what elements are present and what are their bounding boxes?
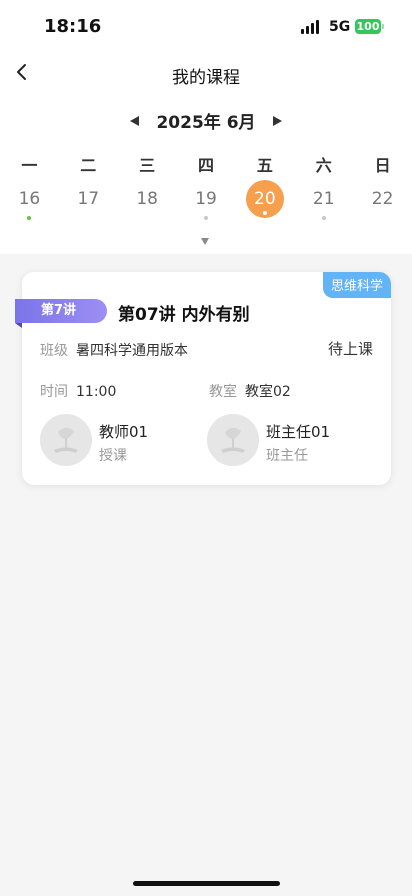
schedule-dot xyxy=(204,216,208,220)
home-indicator[interactable] xyxy=(133,881,280,886)
date-row: 16 17 18 19 20 21 22 xyxy=(0,180,412,220)
head-teacher-avatar xyxy=(207,414,259,466)
weekday-label: 二 xyxy=(80,156,97,175)
class-info: 班级 暑四科学通用版本 xyxy=(40,340,188,360)
lecture-badge-fold xyxy=(15,323,22,328)
lesson-status: 待上课 xyxy=(327,340,373,358)
subject-badge: 思维科学 xyxy=(322,272,391,298)
date-number: 20 xyxy=(254,189,276,209)
class-value: 暑四科学通用版本 xyxy=(76,343,188,359)
teacher-avatar xyxy=(40,414,92,466)
lecture-badge: 第7讲 xyxy=(15,299,107,323)
time-info: 时间 11:00 xyxy=(40,381,116,401)
date-number: 19 xyxy=(195,189,217,209)
signal-icon xyxy=(301,20,323,34)
weekday-row: 一 二 三 四 五 六 日 xyxy=(0,152,412,176)
head-teacher-name: 班主任01 xyxy=(266,423,331,441)
network-label: 5G xyxy=(329,19,351,35)
date-cell[interactable]: 21 xyxy=(294,180,353,220)
date-cell[interactable]: 16 xyxy=(0,180,59,220)
head-teacher-role: 班主任 xyxy=(266,448,308,464)
page-title: 我的课程 xyxy=(172,68,240,88)
battery-icon: 100 xyxy=(355,19,381,34)
schedule-dot xyxy=(321,216,326,220)
date-cell[interactable]: 19 xyxy=(177,180,236,220)
weekday-label: 五 xyxy=(256,156,273,175)
time-value: 11:00 xyxy=(76,384,117,400)
date-cell-selected[interactable]: 20 xyxy=(235,180,294,218)
date-cell[interactable]: 18 xyxy=(118,180,177,218)
weekday-label: 一 xyxy=(21,156,38,175)
date-number: 22 xyxy=(371,189,394,209)
lesson-title: 第07讲 内外有别 xyxy=(118,305,250,325)
month-switcher: 2025年 6月 xyxy=(0,108,412,133)
weekday-label: 三 xyxy=(139,156,156,175)
date-number: 18 xyxy=(136,189,158,209)
weekday-label: 日 xyxy=(374,156,391,175)
course-card[interactable]: 思维科学 第7讲 第07讲 内外有别 班级 暑四科学通用版本 待上课 时间 11:0… xyxy=(15,272,391,485)
room-label: 教室 xyxy=(209,384,237,400)
teacher-name: 教师01 xyxy=(99,423,149,441)
room-value: 教室02 xyxy=(245,384,291,400)
weekday-label: 四 xyxy=(198,156,215,175)
schedule-dot xyxy=(262,211,267,215)
prev-month-icon[interactable] xyxy=(130,115,140,126)
date-number: 16 xyxy=(18,189,41,209)
class-label: 班级 xyxy=(40,343,68,359)
battery-tip xyxy=(382,24,384,29)
expand-calendar-icon[interactable] xyxy=(201,238,209,245)
status-time: 18:16 xyxy=(44,16,102,37)
room-info: 教室 教室02 xyxy=(209,381,291,401)
date-number: 17 xyxy=(77,189,100,209)
date-cell[interactable]: 17 xyxy=(59,180,118,218)
next-month-icon[interactable] xyxy=(272,115,282,126)
date-cell[interactable]: 22 xyxy=(353,180,412,218)
teacher-role: 授课 xyxy=(99,448,127,464)
time-label: 时间 xyxy=(40,384,68,400)
weekday-label: 六 xyxy=(315,156,332,175)
date-number: 21 xyxy=(312,189,335,209)
month-label: 2025年 6月 xyxy=(156,113,256,133)
